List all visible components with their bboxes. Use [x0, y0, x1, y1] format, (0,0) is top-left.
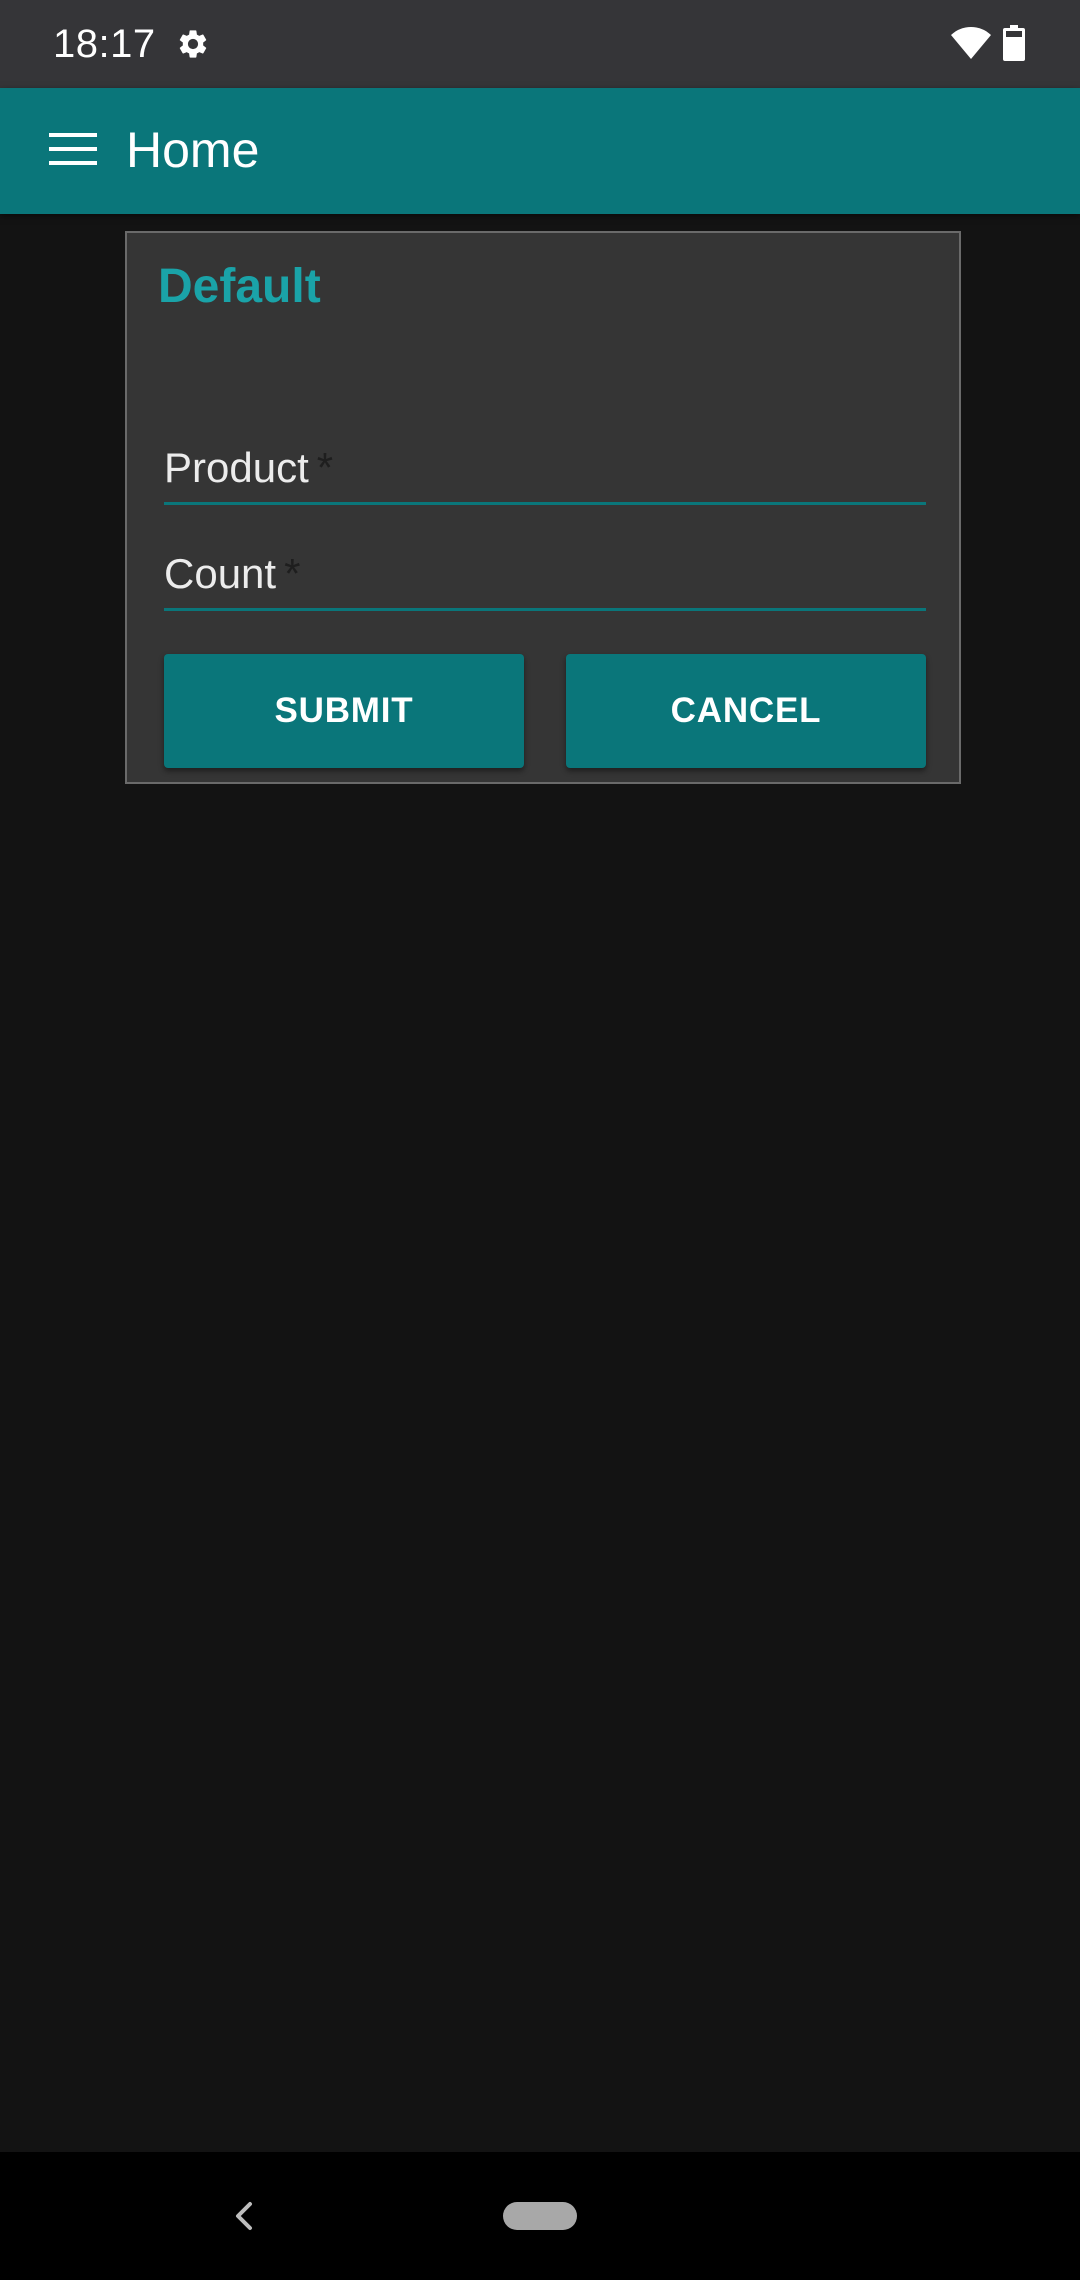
status-bar: 18:17	[0, 0, 1080, 88]
screen: 18:17 Home Default Product * Count * SUB…	[0, 0, 1080, 2280]
product-field[interactable]: Product *	[164, 435, 926, 505]
back-icon[interactable]	[224, 2192, 260, 2240]
dialog-title: Default	[158, 260, 321, 313]
cancel-button[interactable]: CANCEL	[566, 654, 926, 768]
app-bar: Home	[0, 88, 1080, 214]
hamburger-menu-icon	[49, 132, 97, 171]
navigation-bar	[0, 2152, 1080, 2280]
home-pill-icon[interactable]	[503, 2202, 577, 2230]
gear-icon	[176, 27, 210, 61]
submit-button[interactable]: SUBMIT	[164, 654, 524, 768]
status-time: 18:17	[53, 22, 156, 66]
product-input[interactable]	[164, 435, 926, 502]
wifi-icon	[950, 26, 992, 60]
count-input[interactable]	[164, 541, 926, 608]
battery-icon	[1002, 25, 1026, 61]
form-dialog: Default Product * Count * SUBMIT CANCEL	[125, 231, 961, 784]
count-field[interactable]: Count *	[164, 541, 926, 611]
page-title: Home	[126, 122, 260, 178]
menu-button[interactable]	[38, 121, 108, 181]
